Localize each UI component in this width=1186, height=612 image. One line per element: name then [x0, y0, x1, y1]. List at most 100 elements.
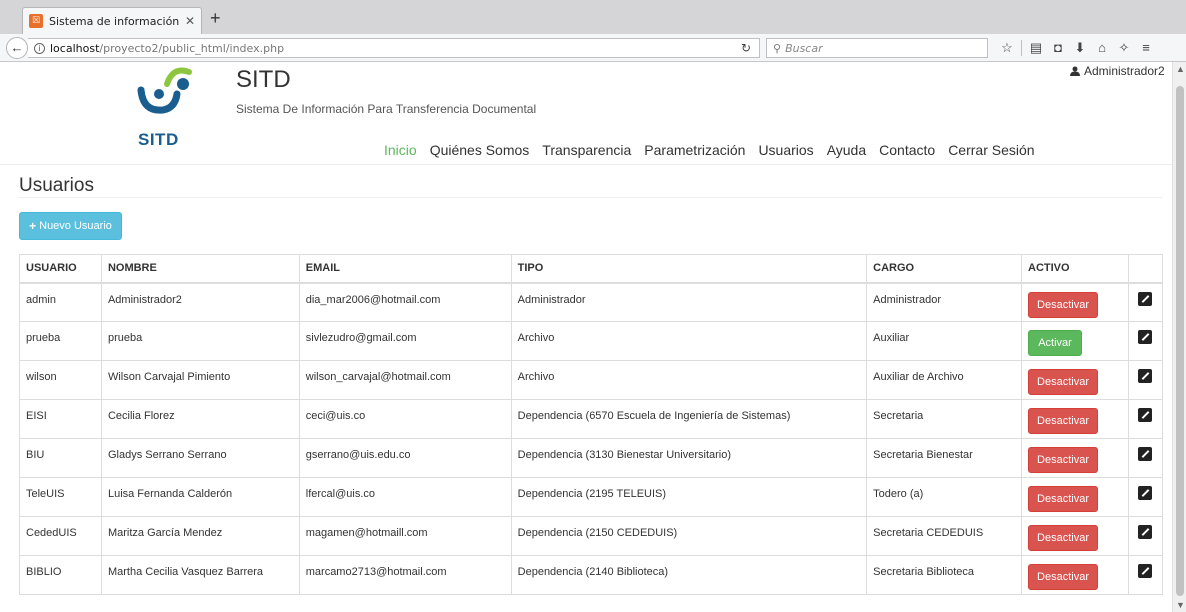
deactivate-button[interactable]: Desactivar — [1028, 486, 1098, 512]
back-button[interactable]: ← — [6, 37, 28, 59]
activate-button[interactable]: Activar — [1028, 330, 1082, 356]
extension-icon[interactable]: ✧ — [1113, 39, 1135, 57]
cell-activo: Activar — [1021, 321, 1129, 361]
heading-divider — [19, 197, 1162, 198]
nav-item-contacto[interactable]: Contacto — [879, 142, 935, 158]
search-icon: ⚲ — [773, 41, 782, 55]
reading-list-icon[interactable]: ▤ — [1025, 39, 1047, 57]
plus-icon: + — [29, 219, 37, 233]
edit-icon[interactable] — [1138, 447, 1153, 461]
info-icon[interactable]: i — [34, 42, 45, 54]
nav-item-transparencia[interactable]: Transparencia — [542, 142, 631, 158]
edit-icon[interactable] — [1138, 564, 1153, 578]
cell-edit — [1127, 516, 1164, 556]
nav-item-ayuda[interactable]: Ayuda — [827, 142, 866, 158]
col-cargo: CARGO — [866, 254, 1022, 284]
cell-edit — [1127, 438, 1164, 478]
nav-item-parametrizacion[interactable]: Parametrización — [644, 142, 745, 158]
edit-icon[interactable] — [1138, 525, 1153, 539]
cell-nombre: Luisa Fernanda Calderón — [100, 477, 300, 517]
table-header-row: USUARIO NOMBRE EMAIL TIPO CARGO ACTIVO — [19, 254, 1164, 284]
cell-tipo: Dependencia (6570 Escuela de Ingeniería … — [510, 399, 868, 439]
cell-activo: Desactivar — [1021, 438, 1129, 478]
edit-icon[interactable] — [1138, 291, 1153, 306]
cell-nombre: Martha Cecilia Vasquez Barrera — [100, 555, 300, 595]
scroll-up-icon[interactable]: ▲ — [1176, 64, 1185, 74]
deactivate-button[interactable]: Desactivar — [1028, 525, 1098, 551]
scroll-thumb[interactable] — [1176, 86, 1184, 596]
edit-icon[interactable] — [1138, 330, 1153, 344]
cell-activo: Desactivar — [1021, 399, 1129, 439]
cell-cargo: Secretaria CEDEDUIS — [866, 516, 1022, 556]
new-user-label: Nuevo Usuario — [39, 220, 112, 232]
cell-edit — [1127, 477, 1164, 517]
col-usuario: USUARIO — [19, 254, 102, 284]
deactivate-button[interactable]: Desactivar — [1028, 564, 1098, 590]
page-scrollbar[interactable]: ▲ ▼ — [1172, 62, 1186, 612]
cell-nombre: Wilson Carvajal Pimiento — [100, 360, 300, 400]
site-title: SITD — [236, 66, 291, 93]
reload-icon[interactable]: ↻ — [741, 41, 751, 55]
menu-icon[interactable]: ≡ — [1135, 39, 1157, 57]
close-tab-icon[interactable]: ✕ — [185, 14, 195, 28]
deactivate-button[interactable]: Desactivar — [1028, 447, 1098, 473]
bookmark-star-icon[interactable]: ☆ — [996, 39, 1018, 57]
user-menu[interactable]: Administrador2 — [1070, 64, 1165, 78]
cell-email: dia_mar2006@hotmail.com — [298, 282, 512, 322]
cell-edit — [1127, 555, 1164, 595]
cell-nombre: prueba — [100, 321, 300, 361]
table-row: TeleUIS Luisa Fernanda Calderón lfercal@… — [19, 477, 1164, 517]
deactivate-button[interactable]: Desactivar — [1028, 369, 1098, 395]
cell-tipo: Dependencia (3130 Bienestar Universitari… — [510, 438, 868, 478]
cell-usuario: CededUIS — [19, 516, 102, 556]
browser-navbar: ← i localhost/proyecto2/public_html/inde… — [0, 34, 1186, 62]
new-tab-icon[interactable]: + — [210, 9, 221, 27]
table-row: EISI Cecilia Florez ceci@uis.co Dependen… — [19, 399, 1164, 439]
cell-usuario: BIU — [19, 438, 102, 478]
table-row: BIU Gladys Serrano Serrano gserrano@uis.… — [19, 438, 1164, 478]
pocket-icon[interactable]: ◘ — [1047, 39, 1069, 57]
col-tipo: TIPO — [510, 254, 868, 284]
edit-icon[interactable] — [1138, 369, 1153, 383]
scroll-down-icon[interactable]: ▼ — [1176, 600, 1185, 610]
search-input[interactable]: ⚲ Buscar — [766, 38, 988, 58]
cell-cargo: Todero (a) — [866, 477, 1022, 517]
cell-email: lfercal@uis.co — [298, 477, 512, 517]
tab-title: Sistema de información par — [49, 14, 181, 28]
cell-email: magamen@hotmaill.com — [298, 516, 512, 556]
site-subtitle: Sistema De Información Para Transferenci… — [236, 102, 537, 116]
table-row: BIBLIO Martha Cecilia Vasquez Barrera ma… — [19, 555, 1164, 595]
toolbar-separator — [1021, 40, 1022, 56]
cell-tipo: Administrador — [510, 282, 868, 322]
cell-edit — [1127, 282, 1164, 322]
nav-item-inicio[interactable]: Inicio — [384, 142, 417, 158]
home-icon[interactable]: ⌂ — [1091, 39, 1113, 57]
url-path: /proyecto2/public_html/index.php — [99, 41, 285, 55]
nav-item-quienes-somos[interactable]: Quiénes Somos — [430, 142, 530, 158]
cell-tipo: Dependencia (2140 Biblioteca) — [510, 555, 868, 595]
main-nav: Inicio Quiénes Somos Transparencia Param… — [384, 142, 1035, 158]
nav-item-cerrar-sesion[interactable]: Cerrar Sesión — [948, 142, 1034, 158]
deactivate-button[interactable]: Desactivar — [1028, 408, 1098, 434]
cell-activo: Desactivar — [1021, 360, 1129, 400]
cell-tipo: Archivo — [510, 360, 868, 400]
cell-email: wilson_carvajal@hotmail.com — [298, 360, 512, 400]
nav-item-usuarios[interactable]: Usuarios — [758, 142, 813, 158]
cell-activo: Desactivar — [1021, 555, 1129, 595]
url-bar[interactable]: i localhost/proyecto2/public_html/index.… — [28, 38, 760, 58]
browser-tab[interactable]: ☒ Sistema de información par ✕ — [22, 7, 202, 34]
nav-divider — [0, 164, 1172, 165]
cell-nombre: Administrador2 — [100, 282, 300, 322]
edit-icon[interactable] — [1138, 486, 1153, 500]
download-icon[interactable]: ⬇ — [1069, 39, 1091, 57]
cell-email: gserrano@uis.edu.co — [298, 438, 512, 478]
edit-icon[interactable] — [1138, 408, 1153, 422]
new-user-button[interactable]: + Nuevo Usuario — [19, 212, 122, 240]
cell-usuario: TeleUIS — [19, 477, 102, 517]
cell-edit — [1127, 399, 1164, 439]
cell-cargo: Auxiliar de Archivo — [866, 360, 1022, 400]
deactivate-button[interactable]: Desactivar — [1028, 291, 1098, 318]
cell-tipo: Dependencia (2150 CEDEDUIS) — [510, 516, 868, 556]
cell-nombre: Maritza García Mendez — [100, 516, 300, 556]
table-row: wilson Wilson Carvajal Pimiento wilson_c… — [19, 360, 1164, 400]
